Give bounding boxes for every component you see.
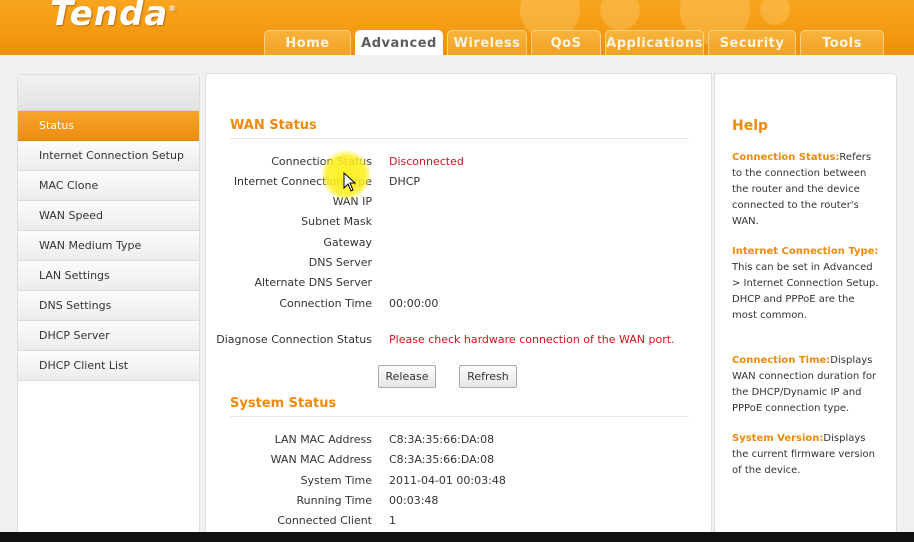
help-title: Help (732, 118, 769, 134)
status-value: 1 (389, 514, 396, 527)
status-value: 00:03:48 (389, 494, 439, 507)
status-row: Internet Connection Type DHCP (206, 175, 713, 191)
sidebar-item-dns-settings[interactable]: DNS Settings (18, 291, 199, 321)
decorative-bubble (760, 0, 790, 25)
help-term: Internet Connection Type: (732, 246, 879, 257)
section-divider (230, 138, 689, 139)
top-header: Tenda® Home Advanced Wireless QoS Applic… (0, 0, 914, 55)
help-text: Refers to the connection between the rou… (732, 152, 872, 227)
help-term: System Version: (732, 433, 824, 444)
bottom-bar (0, 532, 914, 542)
tab-security[interactable]: Security (708, 30, 796, 55)
sidebar-item-lan-settings[interactable]: LAN Settings (18, 261, 199, 291)
help-term: Connection Status: (732, 152, 840, 163)
sidebar-header (18, 75, 199, 111)
status-label: Connected Client (277, 514, 372, 527)
diagnose-message: Please check hardware connection of the … (389, 333, 675, 346)
main-nav-tabs: Home Advanced Wireless QoS Applications … (264, 30, 888, 55)
tab-wireless[interactable]: Wireless (447, 30, 527, 55)
tab-home[interactable]: Home (264, 30, 351, 55)
status-label: System Time (300, 474, 372, 487)
status-row: System Time 2011-04-01 00:03:48 (206, 474, 713, 490)
status-value: 00:00:00 (389, 297, 439, 310)
status-value: DHCP (389, 175, 421, 188)
status-label: Alternate DNS Server (254, 276, 372, 289)
status-value: Disconnected (389, 155, 464, 168)
tab-applications[interactable]: Applications (605, 30, 704, 55)
mouse-pointer-icon (343, 172, 357, 192)
help-connection-status: Connection Status:Refers to the connecti… (732, 150, 882, 230)
status-label: Gateway (323, 236, 372, 249)
section-divider (230, 416, 689, 417)
status-label: DNS Server (308, 256, 372, 269)
help-panel: Help Connection Status:Refers to the con… (714, 73, 897, 542)
status-value: 2011-04-01 00:03:48 (389, 474, 506, 487)
tab-qos[interactable]: QoS (531, 30, 601, 55)
release-button[interactable]: Release (378, 365, 436, 388)
status-row: WAN IP (206, 195, 713, 211)
status-label: WAN MAC Address (270, 453, 372, 466)
sidebar-item-wan-speed[interactable]: WAN Speed (18, 201, 199, 231)
wan-status-title: WAN Status (230, 118, 317, 133)
sidebar-item-internet-connection-setup[interactable]: Internet Connection Setup (18, 141, 199, 171)
sidebar-item-status[interactable]: Status (18, 111, 199, 141)
sidebar-item-mac-clone[interactable]: MAC Clone (18, 171, 199, 201)
help-system-version: System Version:Displays the current firm… (732, 431, 882, 479)
diagnose-row: Diagnose Connection Status Please check … (206, 333, 713, 349)
diagnose-label: Diagnose Connection Status (216, 333, 372, 346)
help-term: Connection Time: (732, 355, 831, 366)
sidebar-item-dhcp-client-list[interactable]: DHCP Client List (18, 351, 199, 381)
status-label: Subnet Mask (301, 215, 372, 228)
status-row: DNS Server (206, 256, 713, 272)
help-connection-type: Internet Connection Type: This can be set… (732, 244, 882, 324)
status-row: Alternate DNS Server (206, 276, 713, 292)
tab-tools[interactable]: Tools (800, 30, 884, 55)
sidebar-item-dhcp-server[interactable]: DHCP Server (18, 321, 199, 351)
system-status-title: System Status (230, 396, 337, 411)
status-row: Connected Client 1 (206, 514, 713, 530)
status-label: Connection Time (279, 297, 372, 310)
refresh-button[interactable]: Refresh (459, 365, 517, 388)
tenda-logo: Tenda® (50, 0, 178, 34)
status-value: C8:3A:35:66:DA:08 (389, 453, 495, 466)
status-row: Subnet Mask (206, 215, 713, 231)
status-value: C8:3A:35:66:DA:08 (389, 433, 495, 446)
status-label: LAN MAC Address (274, 433, 372, 446)
status-label: Running Time (296, 494, 373, 507)
status-row: Connection Time 00:00:00 (206, 297, 713, 313)
tab-advanced[interactable]: Advanced (355, 30, 443, 55)
sidebar: Status Internet Connection Setup MAC Clo… (17, 74, 200, 542)
sidebar-item-wan-medium-type[interactable]: WAN Medium Type (18, 231, 199, 261)
decorative-bubble (600, 0, 640, 30)
status-row: Running Time 00:03:48 (206, 494, 713, 510)
help-text: This can be set in Advanced > Internet C… (732, 262, 879, 321)
status-row: Connection Status Disconnected (206, 155, 713, 171)
status-row: Gateway (206, 236, 713, 252)
main-content: WAN Status Connection Status Disconnecte… (205, 73, 712, 542)
status-row: LAN MAC Address C8:3A:35:66:DA:08 (206, 433, 713, 449)
help-connection-time: Connection Time:Displays WAN connection … (732, 353, 882, 417)
status-row: WAN MAC Address C8:3A:35:66:DA:08 (206, 453, 713, 469)
